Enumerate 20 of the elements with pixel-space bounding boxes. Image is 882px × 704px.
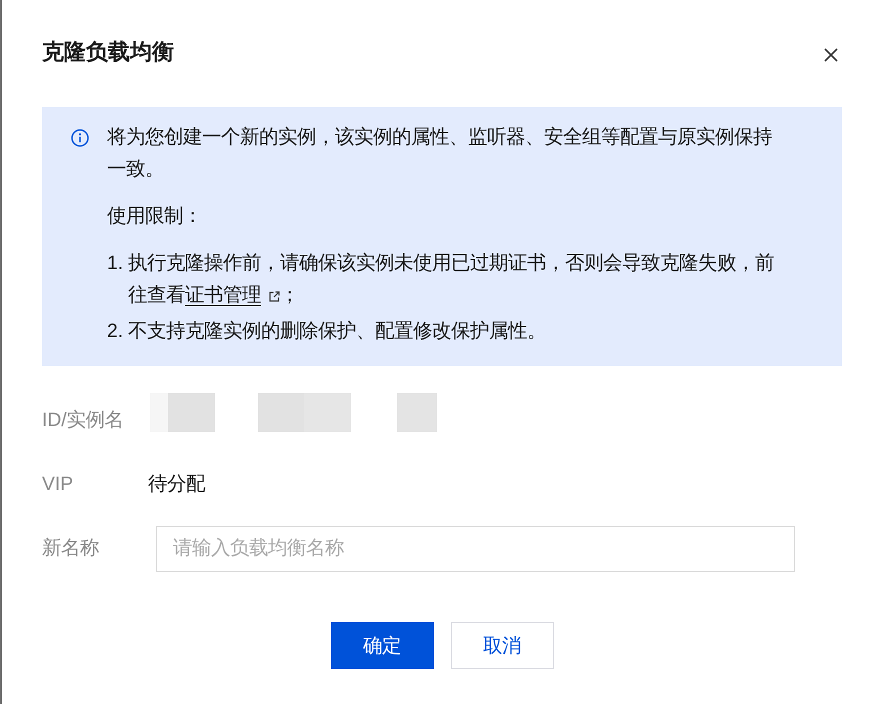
name-input[interactable]: 请输入负载均衡名称 [156,526,795,572]
field-value: 待分配 [148,473,205,497]
info-icon [71,129,89,147]
field-label: ID/实例名 [42,408,125,433]
external-link-icon [269,291,280,302]
redacted-block [150,393,215,432]
notice-heading: 使用限制： [107,205,203,229]
restriction-text: 执行克隆操作前，请确保该实例未使用已过期证书，否则会导致克隆失败，前往查看证书管理 ； [128,252,775,308]
field-label: VIP [42,473,74,497]
notice-text: 将为您创建一个新的实例，该实例的属性、监听器、安全组等配置与原实例保持一致。 [107,126,772,182]
cancel-button[interactable]: 取消 [450,622,554,669]
field-label: 新名称 [42,536,100,561]
list-number: 2. [107,320,124,344]
close-icon[interactable] [824,48,838,62]
list-number: 1. [107,252,124,276]
redacted-block [397,393,437,432]
confirm-button[interactable]: 确定 [330,622,434,669]
certificate-management-link[interactable]: 证书管理 [185,285,280,306]
restriction-text: 不支持克隆实例的删除保护、配置修改保护属性。 [128,320,547,344]
dialog-title: 克隆负载均衡 [42,38,174,66]
